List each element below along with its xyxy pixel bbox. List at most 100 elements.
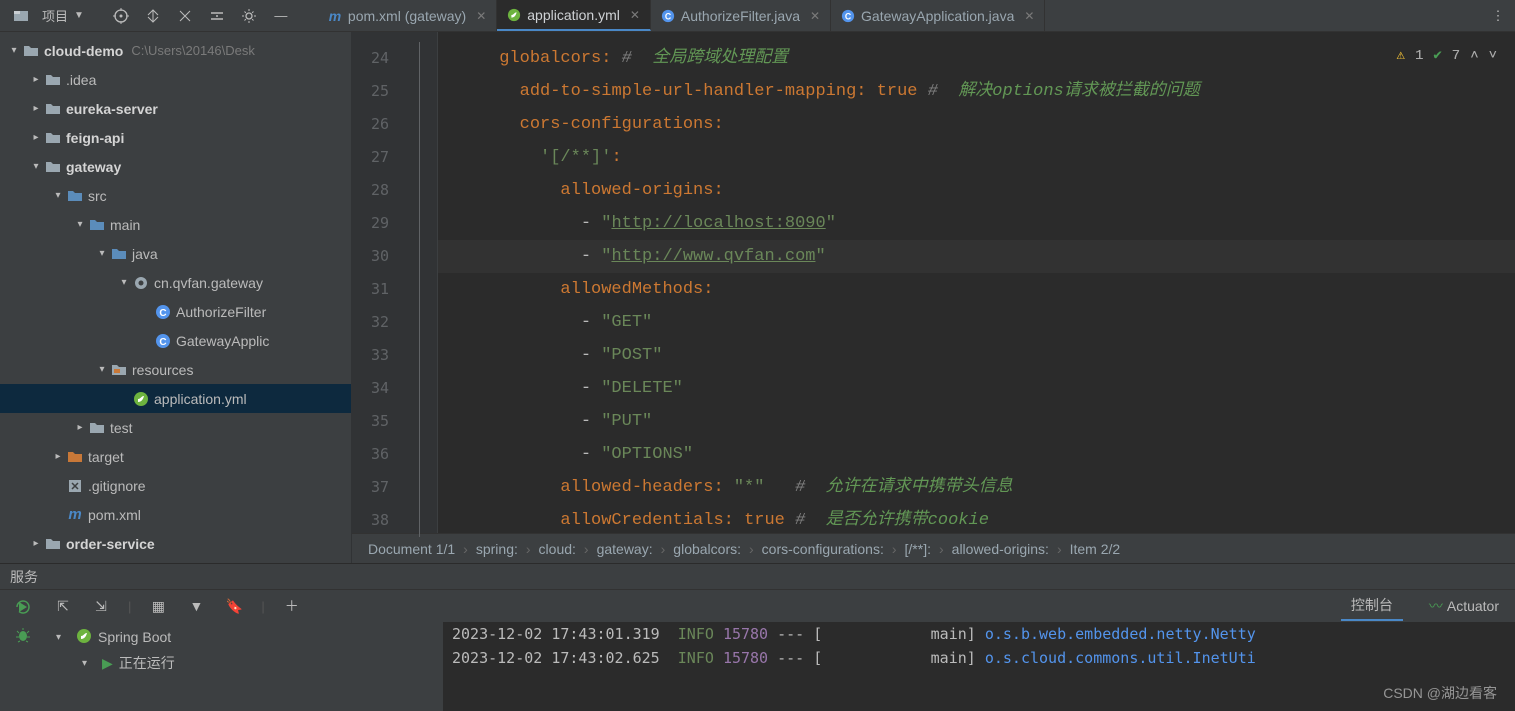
breadcrumb-item[interactable]: allowed-origins: — [948, 541, 1053, 557]
code-line[interactable]: allowed-origins: — [438, 174, 1515, 207]
code-line[interactable]: add-to-simple-url-handler-mapping: true … — [438, 75, 1515, 108]
java-class-icon: C — [661, 9, 675, 23]
line-number: 29 — [352, 207, 437, 240]
tab-application-yml[interactable]: application.yml ✕ — [497, 0, 651, 31]
tree-item[interactable]: C GatewayApplic — [0, 326, 351, 355]
tree-root[interactable]: ▾ cloud-demoC:\Users\20146\Desk — [0, 36, 351, 65]
chevron-right-icon: › — [749, 541, 754, 557]
bookmark-icon[interactable]: 🔖 — [223, 595, 245, 617]
caret-down-icon: ˅ — [1489, 40, 1497, 73]
code-line[interactable]: - "GET" — [438, 306, 1515, 339]
breadcrumb-item[interactable]: cloud: — [535, 541, 580, 557]
breadcrumb-item[interactable]: Item 2/2 — [1066, 541, 1125, 557]
tree-item[interactable]: m pom.xml — [0, 500, 351, 529]
collapse-icon[interactable] — [174, 5, 196, 27]
tree-item[interactable]: ▾ main — [0, 210, 351, 239]
svg-text:C: C — [159, 337, 166, 348]
breadcrumb-item[interactable]: cors-configurations: — [758, 541, 888, 557]
code-line[interactable]: - "PUT" — [438, 405, 1515, 438]
tree-item[interactable]: ▾ cn.qvfan.gateway — [0, 268, 351, 297]
minimize-icon[interactable]: — — [270, 5, 292, 27]
services-mini-toolbar: ⇱ ⇲ | ▦ ▼ 🔖 | ＋ 控制台 〰Actuator — [46, 590, 1515, 622]
chevron-right-icon: › — [526, 541, 531, 557]
code-line[interactable]: allowedMethods: — [438, 273, 1515, 306]
code-line[interactable]: '[/**]': — [438, 141, 1515, 174]
chevron-right-icon: › — [939, 541, 944, 557]
more-icon[interactable]: ⋮ — [1487, 5, 1509, 27]
services-tree-child[interactable]: ▾ ▶ 正在运行 — [46, 650, 443, 676]
target-icon[interactable] — [110, 5, 132, 27]
chevron-right-icon: › — [661, 541, 666, 557]
code-line[interactable]: globalcors: # 全局跨域处理配置 — [438, 42, 1515, 75]
gear-icon[interactable] — [238, 5, 260, 27]
breadcrumb-item[interactable]: globalcors: — [669, 541, 745, 557]
line-number: 25 — [352, 75, 437, 108]
tab-actuator[interactable]: 〰Actuator — [1419, 592, 1509, 620]
line-number: 36 — [352, 438, 437, 471]
svg-text:C: C — [665, 11, 672, 21]
tree-item[interactable]: ▸ feign-api — [0, 123, 351, 152]
grid-icon[interactable]: ▦ — [147, 595, 169, 617]
add-icon[interactable]: ＋ — [281, 595, 303, 617]
tree-item[interactable]: ▸ target — [0, 442, 351, 471]
caret-up-icon: ˄ — [1470, 40, 1478, 73]
bug-icon[interactable] — [12, 624, 34, 646]
editor: 242526272829303132333435363738 ⚠1 ✔7 ˄ ˅… — [352, 32, 1515, 563]
code-line[interactable]: - "POST" — [438, 339, 1515, 372]
tab-pom-xml[interactable]: m pom.xml (gateway) ✕ — [318, 0, 497, 31]
collapse-all-icon[interactable]: ⇱ — [52, 595, 74, 617]
close-icon[interactable]: ✕ — [476, 9, 486, 23]
breadcrumb-item[interactable]: gateway: — [593, 541, 657, 557]
close-icon[interactable]: ✕ — [810, 9, 820, 23]
run-icon: ▶ — [102, 655, 113, 672]
close-icon[interactable]: ✕ — [630, 8, 640, 22]
code-area[interactable]: ⚠1 ✔7 ˄ ˅ globalcors: # 全局跨域处理配置 add-to-… — [438, 32, 1515, 533]
inspection-indicators[interactable]: ⚠1 ✔7 ˄˅ — [1397, 40, 1498, 73]
divide-icon[interactable] — [206, 5, 228, 27]
breadcrumb-item[interactable]: [/**]: — [901, 541, 935, 557]
tree-item[interactable]: ▾ gateway — [0, 152, 351, 181]
tree-item[interactable]: .gitignore — [0, 471, 351, 500]
filter-icon[interactable]: ▼ — [185, 595, 207, 617]
tab-authorize-filter[interactable]: C AuthorizeFilter.java ✕ — [651, 0, 831, 31]
services-title: 服务 — [10, 567, 38, 587]
services-tree-root[interactable]: ▾ Spring Boot — [46, 624, 443, 650]
line-number: 24 — [352, 42, 437, 75]
tree-item[interactable]: ▾ resources — [0, 355, 351, 384]
code-line[interactable]: allowed-headers: "*" # 允许在请求中携带头信息 — [438, 471, 1515, 504]
project-dropdown[interactable]: 项目 ▼ — [42, 6, 84, 25]
code-line[interactable]: - "http://www.qvfan.com" — [438, 240, 1515, 273]
check-icon: ✔ — [1433, 40, 1441, 73]
code-line[interactable]: - "DELETE" — [438, 372, 1515, 405]
tree-item[interactable]: ▾ java — [0, 239, 351, 268]
svg-text:C: C — [159, 308, 166, 319]
tab-gateway-application[interactable]: C GatewayApplication.java ✕ — [831, 0, 1045, 31]
rerun-icon[interactable] — [12, 596, 34, 618]
project-label: 项目 — [42, 6, 68, 25]
tree-item[interactable]: ▸ eureka-server — [0, 94, 351, 123]
tab-label: pom.xml (gateway) — [348, 8, 466, 24]
close-icon[interactable]: ✕ — [1024, 9, 1034, 23]
tree-item[interactable]: ▸ .idea — [0, 65, 351, 94]
tab-console[interactable]: 控制台 — [1341, 591, 1403, 621]
tab-label: application.yml — [527, 7, 620, 23]
svg-text:C: C — [845, 11, 852, 21]
line-number: 27 — [352, 141, 437, 174]
tree-item[interactable]: ▾ src — [0, 181, 351, 210]
tree-item[interactable]: application.yml — [0, 384, 351, 413]
breadcrumb-item[interactable]: spring: — [472, 541, 522, 557]
services-root-label: Spring Boot — [98, 629, 171, 645]
chevron-right-icon: › — [1057, 541, 1062, 557]
console-output[interactable]: 2023-12-02 17:43:01.319 INFO 15780 --- [… — [444, 622, 1515, 711]
tree-item[interactable]: C AuthorizeFilter — [0, 297, 351, 326]
code-line[interactable]: - "OPTIONS" — [438, 438, 1515, 471]
tree-item[interactable]: ▸ order-service — [0, 529, 351, 558]
actuator-icon: 〰 — [1429, 598, 1443, 614]
code-line[interactable]: allowCredentials: true # 是否允许携带cookie — [438, 504, 1515, 533]
code-line[interactable]: cors-configurations: — [438, 108, 1515, 141]
expand-all-icon[interactable]: ⇲ — [90, 595, 112, 617]
code-line[interactable]: - "http://localhost:8090" — [438, 207, 1515, 240]
breadcrumb-item[interactable]: Document 1/1 — [364, 541, 459, 557]
tree-item[interactable]: ▸ test — [0, 413, 351, 442]
expand-icon[interactable] — [142, 5, 164, 27]
